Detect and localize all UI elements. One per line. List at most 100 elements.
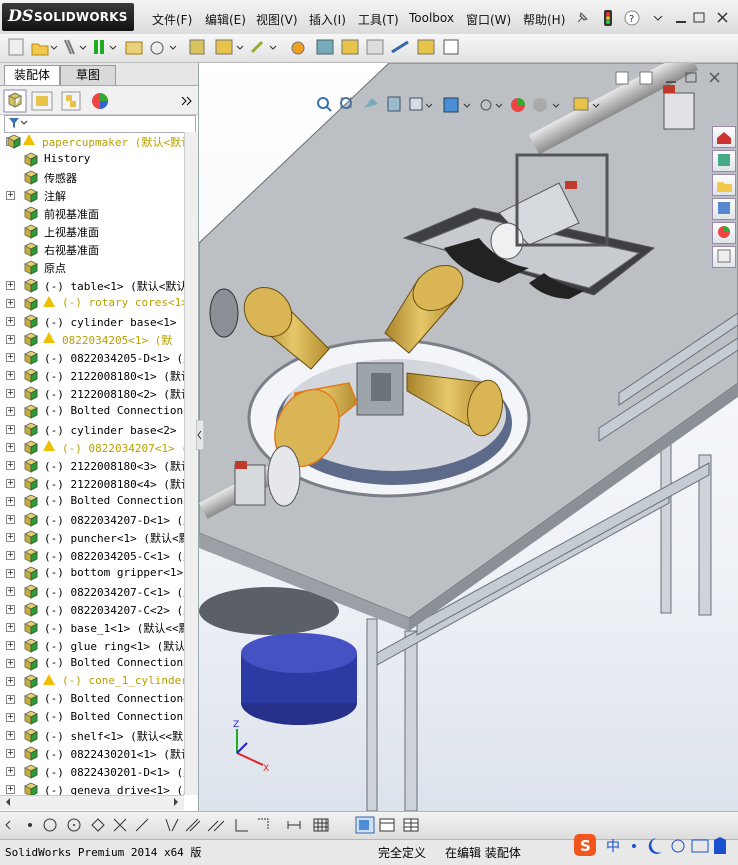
expand-toggle-icon[interactable]: +: [6, 299, 15, 308]
box-snap-icon[interactable]: [355, 816, 375, 834]
expand-toggle-icon[interactable]: +: [6, 317, 15, 326]
chevron-down-icon[interactable]: [425, 103, 433, 108]
expand-toggle-icon[interactable]: +: [6, 425, 15, 434]
mate-icon[interactable]: [250, 40, 264, 54]
tree-item[interactable]: + (-) 2122008180<2> (默认: [0, 384, 184, 402]
parallel-snap-icon[interactable]: [207, 820, 225, 832]
tree-filter[interactable]: [4, 115, 196, 133]
graphics-viewport[interactable]: Z X: [199, 63, 738, 811]
tree-item[interactable]: + (-) 2122008180<3> (默认: [0, 456, 184, 474]
expand-toggle-icon[interactable]: +: [6, 659, 15, 668]
rebuild-icon[interactable]: [64, 39, 75, 55]
menu-window[interactable]: 窗口(W): [466, 11, 511, 28]
chevron-down-icon[interactable]: [552, 103, 560, 108]
expand-toggle-icon[interactable]: +: [6, 497, 15, 506]
menu-edit[interactable]: 编辑(E): [205, 11, 246, 28]
menu-tools[interactable]: 工具(T): [358, 11, 399, 28]
tree-item[interactable]: + (-) Bolted Connection4<: [0, 690, 184, 708]
interference-icon[interactable]: [366, 39, 384, 55]
select-icon[interactable]: [189, 39, 205, 55]
expand-toggle-icon[interactable]: +: [6, 371, 15, 380]
tree-item[interactable]: + (-) 0822034205-C<1> (默: [0, 546, 184, 564]
tree-item[interactable]: + (-) 0822034207-C<2> (默: [0, 600, 184, 618]
expand-toggle-icon[interactable]: +: [6, 533, 15, 542]
view-orientation-icon[interactable]: [409, 97, 423, 111]
expand-toggle-icon[interactable]: +: [6, 749, 15, 758]
expand-toggle-icon[interactable]: +: [6, 281, 15, 290]
zoom-to-fit-icon[interactable]: [317, 97, 332, 112]
tree-item[interactable]: 前视基准面: [0, 204, 184, 222]
perpendicular-snap-icon[interactable]: [185, 818, 201, 832]
intersection-snap-icon[interactable]: [113, 818, 127, 832]
tree-item[interactable]: + (-) 0822034205-D<1> (默: [0, 348, 184, 366]
tree-item[interactable]: + (-) cylinder base<1> (默: [0, 312, 184, 330]
menu-file[interactable]: 文件(F): [152, 11, 192, 28]
chevron-down-icon[interactable]: [269, 45, 277, 50]
panel-expand-icon[interactable]: [181, 96, 192, 106]
expand-toggle-icon[interactable]: +: [6, 605, 15, 614]
expand-toggle-icon[interactable]: +: [6, 353, 15, 362]
traffic-light-icon[interactable]: [604, 10, 612, 26]
quadrant-snap-icon[interactable]: [91, 818, 105, 832]
expand-toggle-icon[interactable]: +: [6, 767, 15, 776]
display-style-icon[interactable]: [443, 97, 459, 113]
chevron-down-icon[interactable]: [109, 45, 117, 50]
close-icon[interactable]: [717, 12, 728, 23]
expand-toggle-icon[interactable]: +: [6, 713, 15, 722]
tree-item[interactable]: + (-) glue ring<1> (默认<: [0, 636, 184, 654]
exploded-view-icon[interactable]: [341, 39, 359, 55]
tree-item[interactable]: + (-) bottom gripper<1> (: [0, 564, 184, 582]
tree-item[interactable]: + (-) geneva drive<1> (默: [0, 780, 184, 795]
zoom-to-area-icon[interactable]: [340, 97, 352, 109]
configuration-manager-icon[interactable]: [61, 91, 81, 111]
ime-language-label[interactable]: 中: [606, 839, 620, 855]
menu-help[interactable]: 帮助(H): [523, 11, 565, 28]
horizontal-vertical-snap-icon[interactable]: [235, 819, 248, 832]
tree-item[interactable]: + (-) base_1<1> (默认<<默: [0, 618, 184, 636]
tree-item[interactable]: + (-) Bolted Connection2_: [0, 492, 184, 510]
tree-item[interactable]: + (-) puncher<1> (默认<默: [0, 528, 184, 546]
tree-item[interactable]: + (-) 2122008180<1> (默认: [0, 366, 184, 384]
expand-toggle-icon[interactable]: +: [6, 731, 15, 740]
chevron-down-icon[interactable]: [79, 45, 87, 50]
measure-icon[interactable]: [391, 40, 409, 54]
tree-item[interactable]: + (-) Bolted Connection3<: [0, 654, 184, 672]
table-layout-icon[interactable]: [403, 818, 419, 832]
sogou-s-icon[interactable]: S: [574, 834, 596, 856]
tree-item[interactable]: + 注解: [0, 186, 184, 204]
file-properties-icon[interactable]: [443, 39, 459, 55]
filter-icon[interactable]: [8, 116, 28, 130]
tree-item[interactable]: 右视基准面: [0, 240, 184, 258]
chevron-down-icon[interactable]: [653, 15, 663, 21]
tree-item[interactable]: + (-) Bolted Connection5<: [0, 708, 184, 726]
display-manager-icon[interactable]: [92, 93, 108, 109]
menu-toolbox[interactable]: Toolbox: [409, 11, 454, 25]
tree-item[interactable]: 原点: [0, 258, 184, 276]
restore-icon[interactable]: [685, 72, 697, 83]
chevron-left-icon[interactable]: [5, 820, 11, 830]
apply-scene-icon[interactable]: [533, 98, 547, 112]
tree-item[interactable]: +0822034205<1> (默: [0, 330, 184, 348]
tree-item[interactable]: + (-) 0822034207-D<1> (默: [0, 510, 184, 528]
hide-show-items-icon[interactable]: [480, 99, 492, 111]
expand-toggle-icon[interactable]: +: [6, 407, 15, 416]
tab-assembly[interactable]: 装配体: [4, 65, 60, 85]
question-icon[interactable]: ?: [624, 10, 640, 26]
punctuation-icon[interactable]: [632, 844, 636, 848]
menu-insert[interactable]: 插入(I): [309, 11, 346, 28]
chevron-down-icon[interactable]: [495, 103, 503, 108]
expand-toggle-icon[interactable]: +: [6, 695, 15, 704]
view-settings-icon[interactable]: [573, 97, 589, 111]
expand-toggle-icon[interactable]: +: [6, 443, 15, 452]
section-view-icon[interactable]: [387, 96, 401, 112]
point-icon[interactable]: [28, 823, 32, 827]
tree-item[interactable]: 传感器: [0, 168, 184, 186]
tile-left-icon[interactable]: [615, 71, 629, 85]
scroll-left-icon[interactable]: [6, 798, 10, 806]
restore-icon[interactable]: [693, 12, 705, 23]
mass-properties-icon[interactable]: [417, 39, 435, 55]
tree-item[interactable]: +papercupmaker (默认<默认_: [0, 132, 184, 150]
property-manager-icon[interactable]: [31, 91, 53, 111]
edit-appearance-icon[interactable]: [511, 98, 525, 112]
tab-sketch[interactable]: 草图: [60, 65, 116, 85]
